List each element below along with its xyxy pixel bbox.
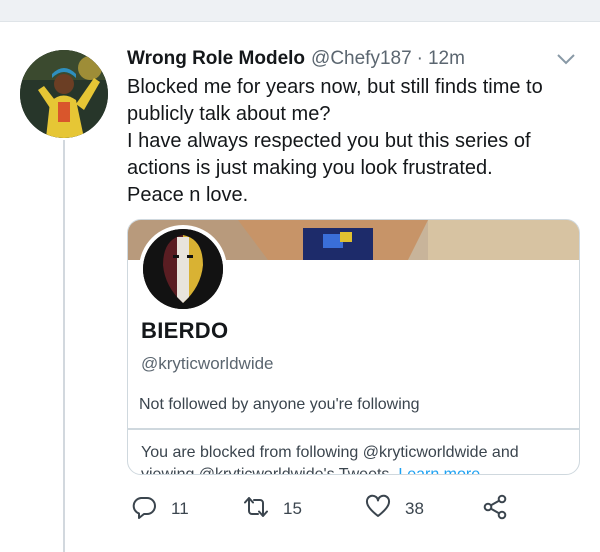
chevron-down-icon[interactable] <box>556 52 576 66</box>
blocked-notice-line: viewing @kryticworldwide's Tweets. <box>141 466 394 475</box>
like-count: 38 <box>405 499 424 518</box>
tweet-text-line: I have always respected you but this ser… <box>127 130 531 152</box>
tweet-text: Blocked me for years now, but still find… <box>127 74 582 209</box>
reply-count: 11 <box>171 499 189 518</box>
profile-card-avatar[interactable] <box>139 225 227 313</box>
header-separator: · <box>416 48 423 69</box>
tweet-action-bar: 11 15 38 <box>127 494 547 524</box>
profile-card-name[interactable]: BIERDO <box>141 318 228 344</box>
thread-line <box>63 140 65 552</box>
retweet-icon <box>243 494 269 525</box>
tweet-text-line: Blocked me for years now, but still find… <box>127 76 543 98</box>
tweet-text-line: publicly talk about me? <box>127 103 331 125</box>
reply-button[interactable]: 11 <box>131 494 189 524</box>
retweet-button[interactable]: 15 <box>243 494 302 524</box>
blocked-notice: You are blocked from following @kryticwo… <box>141 442 571 475</box>
like-button[interactable]: 38 <box>365 494 424 524</box>
heart-icon <box>365 494 391 525</box>
retweet-count: 15 <box>283 499 302 518</box>
tweet-text-line: actions is just making you look frustrat… <box>127 157 493 179</box>
top-divider-strip <box>0 0 600 22</box>
author-avatar[interactable] <box>20 50 108 138</box>
profile-card-handle[interactable]: @kryticworldwide <box>141 354 274 374</box>
profile-card[interactable]: BIERDO @kryticworldwide Not followed by … <box>127 219 580 475</box>
reply-icon <box>131 494 157 525</box>
tweet-timestamp[interactable]: 12m <box>428 48 465 70</box>
share-button[interactable] <box>482 494 508 524</box>
card-divider <box>128 428 579 430</box>
follow-status-text: Not followed by anyone you're following <box>139 396 420 413</box>
author-handle[interactable]: @Chefy187 <box>311 48 412 70</box>
share-icon <box>482 494 508 525</box>
tweet-text-line: Peace n love. <box>127 184 249 206</box>
blocked-notice-line: You are blocked from following @kryticwo… <box>141 444 519 461</box>
learn-more-link[interactable]: Learn more <box>398 466 480 474</box>
tweet-header: Wrong Role Modelo @Chefy187 · 12m <box>127 48 572 76</box>
author-display-name[interactable]: Wrong Role Modelo <box>127 48 305 70</box>
